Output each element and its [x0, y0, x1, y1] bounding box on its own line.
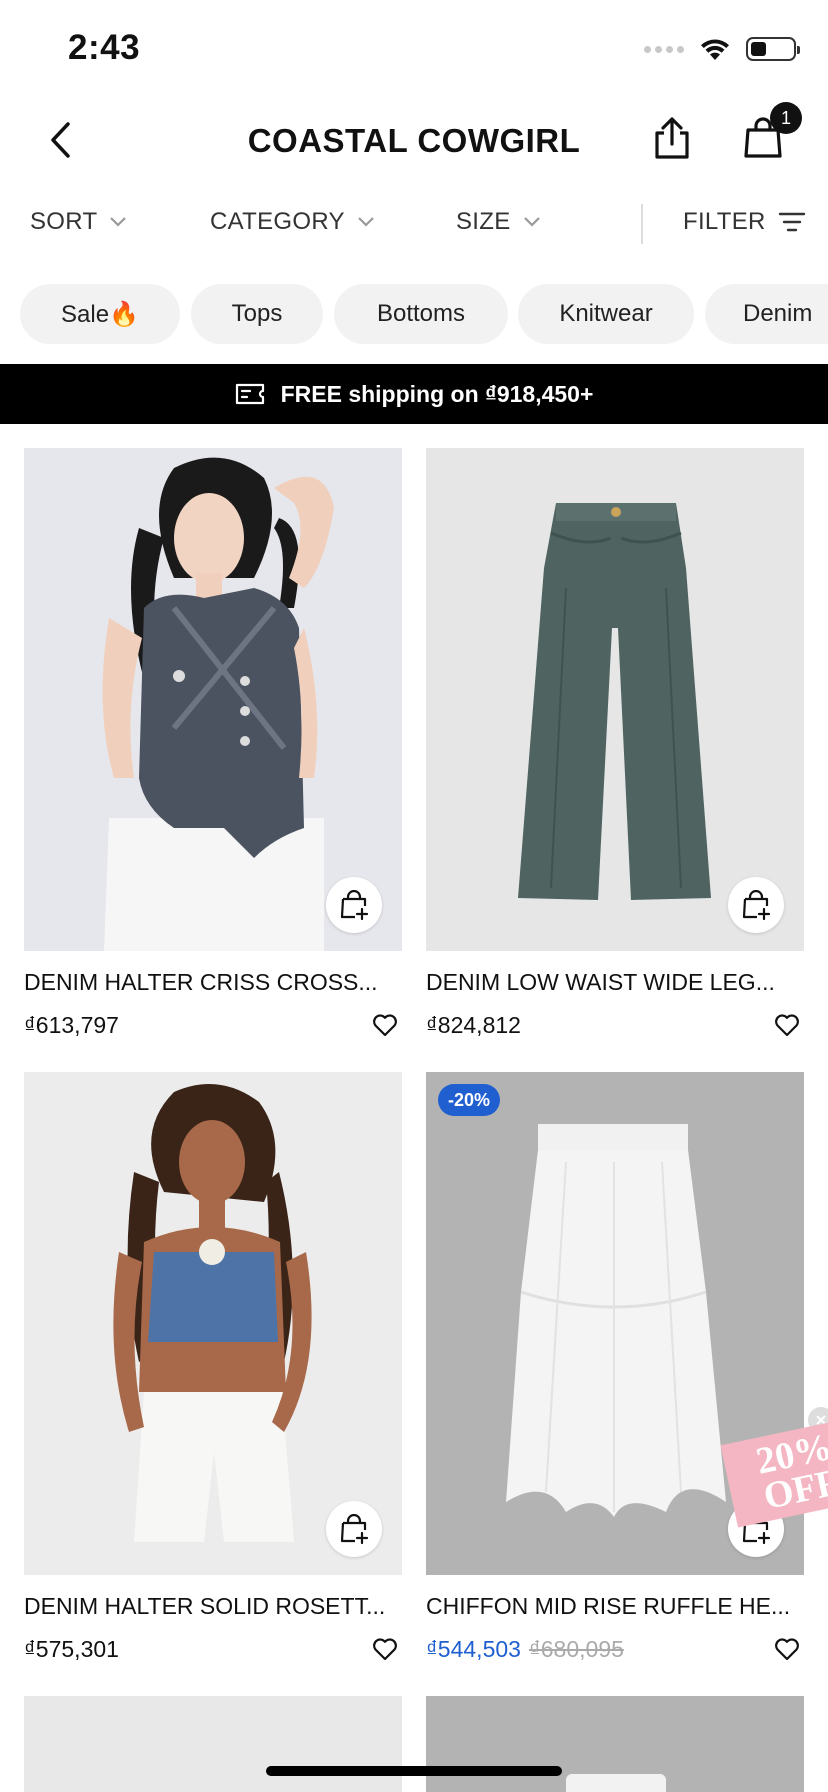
product-price: ₫613,797	[24, 1011, 119, 1038]
product-image[interactable]	[426, 448, 804, 951]
add-to-bag-icon	[742, 890, 771, 920]
chevron-down-icon	[523, 217, 540, 227]
wishlist-button[interactable]	[370, 1010, 400, 1040]
filter-button[interactable]: FILTER	[683, 208, 806, 236]
product-name[interactable]: DENIM LOW WAIST WIDE LEG...	[426, 969, 804, 996]
filter-divider	[641, 204, 643, 244]
price-row: ₫613,797	[24, 1008, 402, 1042]
price-row: ₫544,503 ₫680,095	[426, 1632, 804, 1666]
free-shipping-banner[interactable]: FREE shipping on ₫918,450+	[0, 364, 828, 424]
product-card[interactable]: -20% CHIFFON MID RISE RUFFLE HE... ₫544,…	[426, 1072, 804, 1666]
sort-label: SORT	[30, 208, 98, 235]
wifi-icon	[701, 39, 729, 60]
page-title: COASTAL COWGIRL	[247, 122, 581, 159]
share-icon	[655, 117, 689, 159]
product-card-partial[interactable]	[426, 1696, 804, 1792]
cart-count-badge: 1	[770, 102, 802, 134]
size-dropdown[interactable]: SIZE	[456, 208, 541, 236]
add-to-bag-icon	[340, 890, 369, 920]
status-time: 2:43	[68, 28, 141, 67]
chip-sale[interactable]: Sale🔥	[20, 284, 180, 344]
wide-leg-jeans-photo	[426, 448, 804, 951]
price-row: ₫575,301	[24, 1632, 402, 1666]
chip-bottoms[interactable]: Bottoms	[334, 284, 508, 344]
denim-halter-top-photo	[24, 448, 402, 951]
sale-price: ₫544,503	[426, 1635, 521, 1662]
size-label: SIZE	[456, 208, 511, 235]
chip-tops[interactable]: Tops	[191, 284, 323, 344]
category-label: CATEGORY	[210, 208, 345, 235]
promo-text: 20% OFF	[734, 1426, 828, 1519]
shopping-bag-button[interactable]: 1	[738, 102, 802, 166]
heart-icon	[775, 1014, 799, 1037]
shipping-banner-text: FREE shipping on ₫918,450+	[280, 380, 594, 407]
discount-badge: -20%	[438, 1084, 501, 1116]
sort-dropdown[interactable]: SORT	[30, 208, 127, 236]
product-image[interactable]	[24, 1696, 402, 1792]
home-indicator[interactable]	[266, 1766, 562, 1776]
product-name[interactable]: CHIFFON MID RISE RUFFLE HE...	[426, 1593, 804, 1620]
product-image[interactable]	[24, 448, 402, 951]
category-dropdown[interactable]: CATEGORY	[210, 208, 375, 236]
heart-icon	[373, 1638, 397, 1661]
product-image[interactable]	[24, 1072, 402, 1575]
denim-tube-top-photo	[24, 1072, 402, 1575]
chip-denim[interactable]: Denim	[705, 284, 828, 344]
nav-header: COASTAL COWGIRL 1	[0, 96, 828, 188]
filter-label: FILTER	[683, 208, 766, 235]
wishlist-button[interactable]	[772, 1634, 802, 1664]
product-name[interactable]: DENIM HALTER SOLID ROSETT...	[24, 1593, 402, 1620]
add-to-bag-icon	[340, 1514, 369, 1544]
chevron-down-icon	[110, 217, 127, 227]
chevron-down-icon	[358, 217, 374, 227]
product-card-partial[interactable]	[24, 1696, 402, 1792]
product-price: ₫824,812	[426, 1011, 521, 1038]
chip-knitwear[interactable]: Knitwear	[518, 284, 694, 344]
original-price: ₫680,095	[528, 1635, 624, 1662]
product-price: ₫575,301	[24, 1635, 119, 1662]
heart-icon	[775, 1638, 799, 1661]
product-image[interactable]	[426, 1696, 804, 1792]
battery-icon	[746, 37, 800, 61]
product-card[interactable]: DENIM HALTER CRISS CROSS... ₫613,797	[24, 448, 402, 1042]
cellular-signal-icon	[644, 45, 684, 53]
shipping-ticket-icon	[235, 383, 264, 405]
status-bar: 2:43	[0, 0, 828, 96]
add-to-cart-button[interactable]	[326, 1501, 382, 1557]
status-icons	[644, 34, 800, 64]
category-chips: Sale🔥 Tops Bottoms Knitwear Denim	[0, 284, 828, 344]
product-card[interactable]: DENIM HALTER SOLID ROSETT... ₫575,301	[24, 1072, 402, 1666]
heart-icon	[373, 1014, 397, 1037]
add-to-cart-button[interactable]	[326, 877, 382, 933]
add-to-cart-button[interactable]	[728, 877, 784, 933]
filter-lines-icon	[778, 212, 805, 232]
sort-filter-bar: SORT CATEGORY SIZE FILTER	[0, 196, 828, 252]
share-button[interactable]	[648, 112, 696, 164]
product-card[interactable]: DENIM LOW WAIST WIDE LEG... ₫824,812	[426, 448, 804, 1042]
price-row: ₫824,812	[426, 1008, 804, 1042]
wishlist-button[interactable]	[370, 1634, 400, 1664]
product-name[interactable]: DENIM HALTER CRISS CROSS...	[24, 969, 402, 996]
wishlist-button[interactable]	[772, 1010, 802, 1040]
